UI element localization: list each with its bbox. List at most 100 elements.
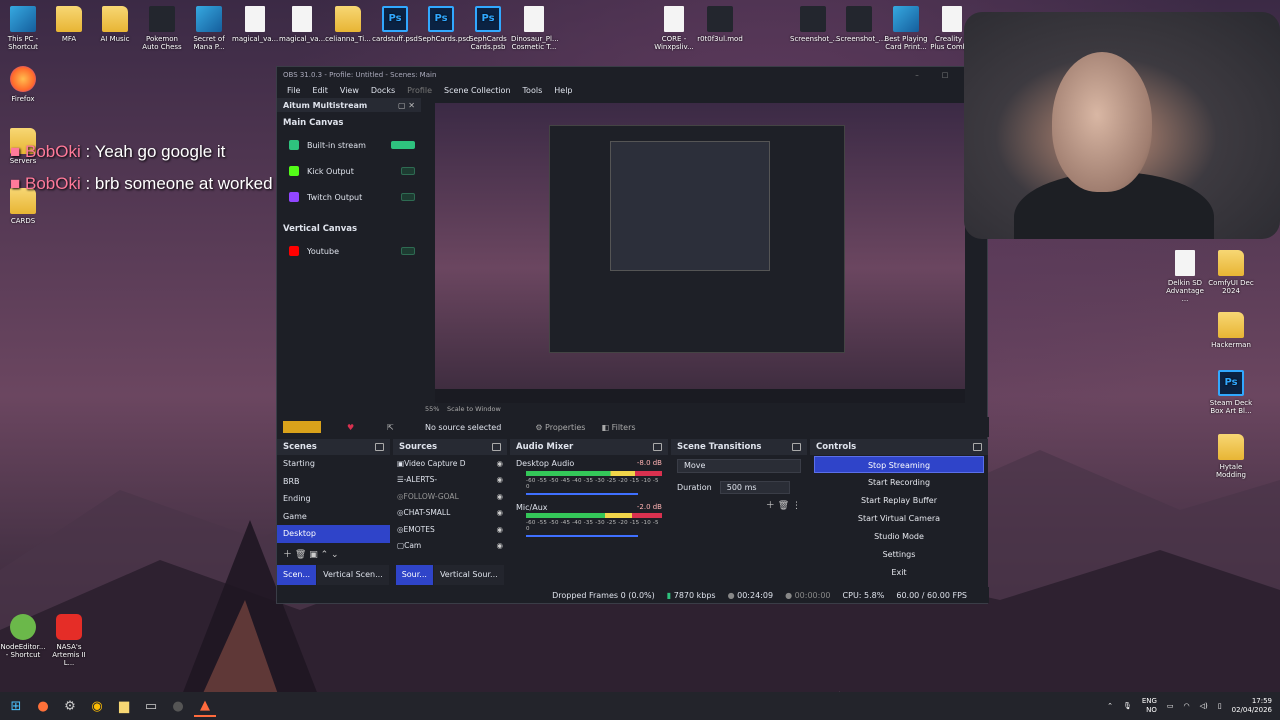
eye-icon[interactable]: ◉ — [496, 475, 503, 484]
menu-docks[interactable]: Docks — [365, 86, 401, 95]
close-icon[interactable]: ▢ ✕ — [398, 101, 415, 110]
desktop-icon-secret-of-mana[interactable]: Secret of Mana P... — [186, 6, 232, 51]
scene-item[interactable]: Game — [277, 508, 390, 526]
app-taskbar-icon[interactable]: ▲ — [194, 695, 216, 717]
desktop-icon-dinosaur[interactable]: Dinosaur_Pl... Cosmetic T... — [511, 6, 559, 51]
minimize-icon[interactable]: – — [903, 71, 931, 79]
menu-edit[interactable]: Edit — [306, 86, 334, 95]
volume-icon[interactable]: ◁) — [1200, 702, 1208, 710]
tab-vertical-sources[interactable]: Vertical Sour... — [433, 565, 505, 585]
desktop-icon-sephcards-psb[interactable]: Ps SephCards Cards.psb — [465, 6, 511, 51]
desktop-icon-firefox[interactable]: Firefox — [0, 66, 46, 103]
link-icon[interactable]: ⇱ — [387, 423, 394, 432]
firefox-icon[interactable]: ● — [32, 695, 54, 717]
microphone-icon[interactable]: 🎙 — [1123, 702, 1132, 710]
source-item[interactable]: ▢ Cam ◉ — [393, 538, 507, 555]
undock-icon[interactable] — [653, 443, 662, 451]
clock[interactable]: 17:59 02/04/2026 — [1232, 697, 1272, 715]
terminal-icon[interactable]: ▭ — [140, 695, 162, 717]
desktop-icon-screenshot-2[interactable]: Screenshot_... — [836, 6, 885, 43]
chevron-up-icon[interactable]: ⌃ — [1107, 702, 1113, 710]
desktop-icon-nasa[interactable]: NASA's Artemis II L... — [46, 614, 92, 667]
eye-icon[interactable]: ◉ — [496, 508, 503, 517]
scene-item[interactable]: Ending — [277, 490, 390, 508]
add-icon[interactable]: ＋ — [766, 501, 775, 511]
desktop-icon-hytale[interactable]: Hytale Modding — [1208, 434, 1254, 479]
properties-button[interactable]: ⚙ Properties — [535, 423, 585, 432]
tab-sources[interactable]: Sour... — [395, 565, 434, 585]
source-item[interactable]: ☰ -ALERTS- ◉ — [393, 472, 507, 489]
desktop-icon-this-pc[interactable]: This PC - Shortcut — [0, 6, 46, 51]
battery-icon[interactable]: ▯ — [1218, 702, 1222, 710]
desktop-icon-screenshot-1[interactable]: Screenshot_... — [790, 6, 839, 43]
desktop-icon-magical-1[interactable]: magical_va... — [232, 6, 278, 43]
display-icon[interactable]: ▭ — [1167, 702, 1174, 710]
program-preview[interactable] — [435, 103, 965, 403]
transition-select[interactable]: Move — [677, 459, 801, 473]
settings-app-icon[interactable]: ⚙ — [59, 695, 81, 717]
eye-icon[interactable]: ◉ — [496, 459, 503, 468]
desktop-icon-comfyui[interactable]: ComfyUI Dec 2024 — [1208, 250, 1254, 295]
stop-streaming-button[interactable]: Stop Streaming — [814, 456, 984, 473]
output-toggle[interactable] — [391, 141, 415, 149]
desktop-icon-delkin[interactable]: Delkin SD Advantage ... — [1162, 250, 1208, 303]
menu-help[interactable]: Help — [548, 86, 578, 95]
undock-icon[interactable] — [973, 443, 982, 451]
trash-icon[interactable]: 🗑 — [778, 501, 789, 511]
scene-item[interactable]: BRB — [277, 473, 390, 491]
undock-icon[interactable] — [492, 443, 501, 451]
duration-input[interactable]: 500 ms — [719, 481, 790, 494]
desktop-icon-sephcards[interactable]: Ps SephCards.psd — [418, 6, 470, 43]
desktop-icon-nodeeditor[interactable]: NodeEditor... - Shortcut — [0, 614, 46, 659]
desktop-icon-mfa[interactable]: MFA — [46, 6, 92, 43]
start-replay-buffer-button[interactable]: Start Replay Buffer — [814, 492, 984, 509]
menu-file[interactable]: File — [281, 86, 306, 95]
desktop-icon-cardstuff[interactable]: Ps cardstuff.psd — [372, 6, 418, 43]
undock-icon[interactable] — [375, 443, 384, 451]
up-icon[interactable]: ⌃ — [321, 550, 329, 560]
menu-tools[interactable]: Tools — [517, 86, 549, 95]
menu-profile[interactable]: Profile — [401, 86, 438, 95]
windows-start-icon[interactable]: ⊞ — [5, 695, 27, 717]
source-item[interactable]: ◎ CHAT-SMALL ◉ — [393, 505, 507, 522]
desktop-icon-best-playing-card[interactable]: Best Playing Card Print... — [883, 6, 929, 51]
source-item[interactable]: ◎ FOLLOW-GOAL ◉ — [393, 488, 507, 505]
undock-icon[interactable] — [792, 443, 801, 451]
window-titlebar[interactable]: OBS 31.0.3 - Profile: Untitled - Scenes:… — [277, 67, 987, 83]
scene-item-selected[interactable]: Desktop — [277, 525, 390, 543]
output-toggle[interactable] — [401, 247, 415, 255]
desktop-icon-mod[interactable]: r0t0f3ul.mod — [697, 6, 743, 43]
desktop-icon-hackerman[interactable]: Hackerman — [1208, 312, 1254, 349]
settings-button[interactable]: Settings — [814, 546, 984, 563]
menu-scene-collection[interactable]: Scene Collection — [438, 86, 517, 95]
source-item[interactable]: ▣ Video Capture D ◉ — [393, 455, 507, 472]
more-icon[interactable]: ⋮ — [792, 501, 801, 511]
down-icon[interactable]: ⌄ — [331, 550, 339, 560]
desktop-icon-ai-music[interactable]: AI Music — [92, 6, 138, 43]
trash-icon[interactable]: 🗑 — [295, 550, 306, 560]
output-toggle[interactable] — [401, 193, 415, 201]
chrome-icon[interactable]: ◉ — [86, 695, 108, 717]
menu-view[interactable]: View — [334, 86, 365, 95]
desktop-icon-core[interactable]: CORE - Winxpsliv... — [651, 6, 697, 51]
desktop-icon-celianna[interactable]: celianna_Ti... — [325, 6, 371, 43]
filter-icon[interactable]: ▣ — [309, 550, 318, 560]
start-virtual-camera-button[interactable]: Start Virtual Camera — [814, 510, 984, 527]
eye-icon[interactable]: ◉ — [496, 541, 503, 550]
studio-mode-button[interactable]: Studio Mode — [814, 528, 984, 545]
obs-taskbar-icon[interactable]: ● — [167, 695, 189, 717]
tab-scenes[interactable]: Scen... — [277, 565, 318, 585]
tab-vertical-scenes[interactable]: Vertical Scen... — [317, 565, 390, 585]
scene-item[interactable]: Starting — [277, 455, 390, 473]
eye-icon[interactable]: ◉ — [496, 525, 503, 534]
maximize-icon[interactable]: □ — [931, 71, 959, 79]
eye-icon[interactable]: ◉ — [496, 492, 503, 501]
filters-button[interactable]: ◧ Filters — [601, 423, 635, 432]
desktop-icon-steam-deck[interactable]: Ps Steam Deck Box Art Bl... — [1208, 370, 1254, 415]
file-explorer-icon[interactable]: ▆ — [113, 695, 135, 717]
start-recording-button[interactable]: Start Recording — [814, 474, 984, 491]
network-icon[interactable]: ◠ — [1184, 702, 1190, 710]
output-toggle[interactable] — [401, 167, 415, 175]
language-indicator[interactable]: ENG NO — [1142, 697, 1157, 715]
volume-slider[interactable] — [526, 535, 638, 537]
